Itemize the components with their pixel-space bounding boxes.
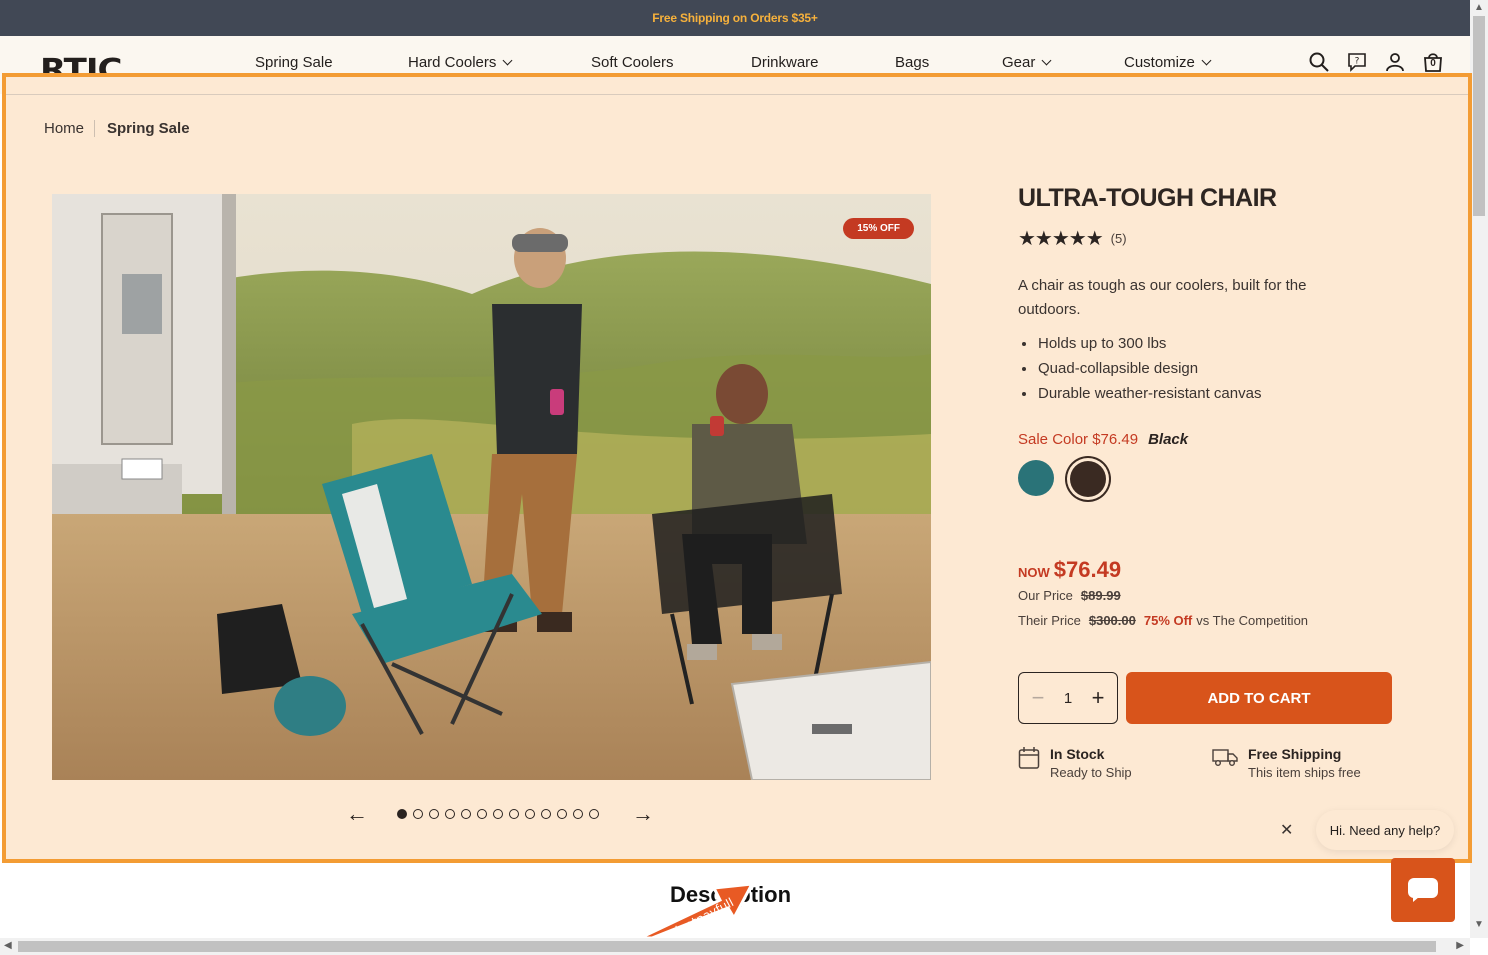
color-swatches (1018, 460, 1106, 497)
carousel-dot[interactable] (461, 809, 471, 819)
their-price-label: Their Price (1018, 613, 1081, 628)
carousel-dot[interactable] (509, 809, 519, 819)
header-icons: ? 0 (1308, 50, 1444, 74)
star-rating-icon: ★★★★★ (1018, 228, 1104, 250)
carousel-dot[interactable] (541, 809, 551, 819)
stock-subtitle: Ready to Ship (1050, 765, 1132, 780)
carousel-dot[interactable] (445, 809, 455, 819)
horizontal-scroll-thumb[interactable] (18, 941, 1436, 952)
now-price-row: NOW $76.49 (1018, 557, 1121, 583)
shipping-title: Free Shipping (1248, 746, 1342, 762)
breadcrumb: Home Spring Sale (44, 120, 190, 137)
product-description: A chair as tough as our coolers, built f… (1018, 277, 1307, 318)
carousel-dot[interactable] (429, 809, 439, 819)
scroll-left-icon[interactable]: ◀ (4, 940, 12, 951)
next-arrow-icon[interactable]: → (631, 801, 655, 827)
color-label-row: Sale Color $76.49 Black (1018, 431, 1188, 448)
our-price-value: $89.99 (1080, 588, 1121, 603)
add-to-cart-button[interactable]: ADD TO CART (1126, 672, 1392, 724)
image-carousel-controls: ← → (345, 801, 655, 827)
our-price-row: Our Price $89.99 (1018, 588, 1121, 603)
selected-color-name: Black (1148, 431, 1189, 448)
their-price-row: Their Price $300.00 75% Off vs The Compe… (1018, 613, 1308, 628)
carousel-dots (397, 809, 599, 819)
in-stock-info: In Stock Ready to Ship (1018, 746, 1132, 780)
promo-arrow-icon: dontpayfull (639, 882, 755, 938)
our-price-label: Our Price (1018, 588, 1073, 603)
vertical-scrollbar[interactable]: ▲ ▼ (1470, 0, 1488, 938)
feature-item: Durable weather-resistant canvas (1022, 381, 1261, 406)
feature-item: Holds up to 300 lbs (1022, 331, 1261, 356)
horizontal-scrollbar[interactable]: ◀ ▶ (0, 938, 1470, 955)
search-icon[interactable] (1308, 50, 1330, 74)
nav-hard-coolers[interactable]: Hard Coolers (408, 54, 513, 71)
quantity-value[interactable]: 1 (1064, 690, 1072, 707)
carousel-dot[interactable] (557, 809, 567, 819)
nav-gear[interactable]: Gear (1002, 54, 1052, 71)
nav-soft-coolers[interactable]: Soft Coolers (591, 54, 674, 71)
carousel-dot[interactable] (397, 809, 407, 819)
breadcrumb-home[interactable]: Home (44, 120, 96, 137)
competition-label: vs The Competition (1196, 613, 1309, 628)
scroll-right-icon[interactable]: ▶ (1456, 940, 1464, 951)
carousel-dot[interactable] (413, 809, 423, 819)
chevron-down-icon (502, 55, 513, 66)
promo-arrow-label: dontpayfull (670, 895, 736, 938)
now-label: NOW (1018, 565, 1050, 580)
chat-icon (1408, 878, 1438, 902)
quantity-stepper: − 1 + (1018, 672, 1118, 724)
prev-arrow-icon[interactable]: ← (345, 801, 369, 827)
carousel-dot[interactable] (477, 809, 487, 819)
product-photo-illustration (52, 194, 931, 780)
close-icon[interactable]: ✕ (1280, 820, 1293, 840)
carousel-dot[interactable] (493, 809, 503, 819)
feature-list: Holds up to 300 lbs Quad-collapsible des… (1022, 331, 1261, 406)
stock-title: In Stock (1050, 746, 1105, 762)
scroll-down-icon[interactable]: ▼ (1474, 919, 1484, 930)
carousel-dot[interactable] (589, 809, 599, 819)
truck-icon (1212, 749, 1238, 766)
carousel-dot[interactable] (525, 809, 535, 819)
cart-count: 0 (1430, 58, 1436, 69)
product-rating[interactable]: ★★★★★ (5) (1018, 226, 1127, 251)
nav-drinkware[interactable]: Drinkware (751, 54, 819, 71)
feature-item: Quad-collapsible design (1022, 356, 1261, 381)
shipping-subtitle: This item ships free (1248, 765, 1361, 780)
vertical-scroll-thumb[interactable] (1473, 16, 1485, 216)
percent-off: 75% Off (1143, 613, 1193, 628)
calendar-icon (1018, 747, 1040, 769)
swatch-black[interactable] (1070, 461, 1106, 497)
nav-spring-sale[interactable]: Spring Sale (255, 54, 333, 71)
carousel-dot[interactable] (573, 809, 583, 819)
increase-quantity-button[interactable]: + (1089, 685, 1107, 711)
decrease-quantity-button[interactable]: − (1029, 685, 1047, 711)
header-divider (6, 94, 1468, 95)
breadcrumb-current[interactable]: Spring Sale (95, 120, 190, 137)
swatch-teal[interactable] (1018, 460, 1054, 496)
product-image[interactable]: 15% OFF (52, 194, 931, 780)
chat-button[interactable] (1391, 858, 1455, 922)
nav-customize[interactable]: Customize (1124, 54, 1212, 71)
free-shipping-info: Free Shipping This item ships free (1212, 746, 1361, 780)
sale-color-price: Sale Color $76.49 (1018, 431, 1139, 448)
discount-badge: 15% OFF (843, 218, 914, 239)
scroll-up-icon[interactable]: ▲ (1474, 2, 1484, 13)
help-message-bubble[interactable]: Hi. Need any help? (1316, 810, 1454, 850)
cart-icon[interactable]: 0 (1422, 50, 1444, 74)
their-price-value: $300.00 (1088, 613, 1136, 628)
account-icon[interactable] (1384, 50, 1406, 74)
chevron-down-icon (1201, 55, 1212, 66)
review-count[interactable]: (5) (1111, 231, 1127, 246)
now-price: $76.49 (1053, 557, 1122, 582)
svg-text:?: ? (1355, 57, 1360, 67)
promo-bar[interactable]: Free Shipping on Orders $35+ (0, 0, 1470, 36)
main-nav: Spring Sale Hard Coolers Soft Coolers Dr… (0, 54, 1470, 76)
promo-text[interactable]: Free Shipping on Orders $35+ (652, 11, 818, 25)
nav-bags[interactable]: Bags (895, 54, 929, 71)
product-title: ULTRA-TOUGH CHAIR (1018, 184, 1277, 212)
page: Free Shipping on Orders $35+ RTIC Spring… (0, 0, 1488, 955)
chevron-down-icon (1041, 55, 1052, 66)
help-chat-icon[interactable]: ? (1346, 50, 1368, 74)
